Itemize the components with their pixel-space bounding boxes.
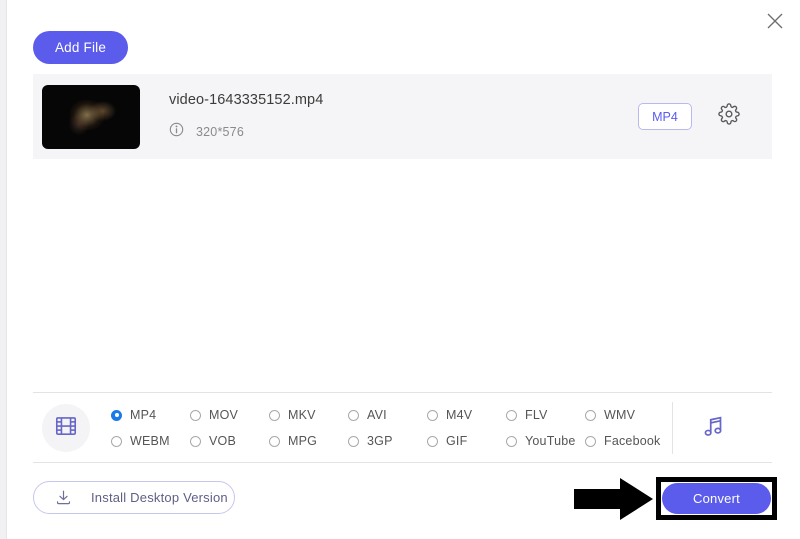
video-category-button[interactable] bbox=[42, 404, 90, 452]
radio-button-icon[interactable] bbox=[190, 435, 201, 447]
format-option-flv[interactable]: FLV bbox=[506, 408, 585, 422]
format-option-mkv[interactable]: MKV bbox=[269, 408, 348, 422]
file-format-badge-label: MP4 bbox=[652, 109, 678, 124]
format-option-label: M4V bbox=[446, 408, 473, 422]
close-icon bbox=[765, 11, 785, 31]
format-option-label: AVI bbox=[367, 408, 387, 422]
format-option-label: GIF bbox=[446, 434, 468, 448]
file-format-badge[interactable]: MP4 bbox=[638, 103, 692, 130]
format-option-facebook[interactable]: Facebook bbox=[585, 434, 664, 448]
radio-button-icon[interactable] bbox=[585, 409, 596, 421]
radio-button-icon[interactable] bbox=[585, 435, 596, 447]
download-icon bbox=[54, 488, 73, 507]
format-option-vob[interactable]: VOB bbox=[190, 434, 269, 448]
format-option-label: 3GP bbox=[367, 434, 393, 448]
file-meta: video-1643335152.mp4 320*576 bbox=[169, 92, 638, 142]
converter-app: Add File video-1643335152.mp4 320*576 MP… bbox=[0, 0, 800, 539]
page-edge-strip bbox=[0, 0, 7, 539]
annotation-arrow-icon bbox=[574, 478, 654, 520]
radio-button-icon[interactable] bbox=[348, 409, 359, 421]
install-desktop-label: Install Desktop Version bbox=[91, 490, 228, 505]
format-option-mpg[interactable]: MPG bbox=[269, 434, 348, 448]
radio-button-icon[interactable] bbox=[427, 409, 438, 421]
file-resolution: 320*576 bbox=[196, 124, 244, 139]
radio-button-icon[interactable] bbox=[506, 435, 517, 447]
format-selection-panel: MP4 MOV MKV AVI M4V FLV WMV WEBM VOB MPG 3GP GIF You… bbox=[33, 396, 772, 460]
info-circle-icon bbox=[169, 122, 184, 142]
audio-category-button[interactable] bbox=[693, 407, 735, 449]
format-option-gif[interactable]: GIF bbox=[427, 434, 506, 448]
format-option-label: WEBM bbox=[130, 434, 170, 448]
format-option-label: MOV bbox=[209, 408, 239, 422]
radio-button-icon[interactable] bbox=[190, 409, 201, 421]
format-option-avi[interactable]: AVI bbox=[348, 408, 427, 422]
format-option-3gp[interactable]: 3GP bbox=[348, 434, 427, 448]
format-option-label: VOB bbox=[209, 434, 236, 448]
panel-vertical-divider bbox=[672, 402, 673, 454]
file-sub-row: 320*576 bbox=[169, 122, 638, 142]
file-settings-button[interactable] bbox=[714, 102, 744, 132]
thumbnail-highlight-c bbox=[69, 113, 90, 136]
radio-button-icon[interactable] bbox=[427, 435, 438, 447]
format-option-label: MKV bbox=[288, 408, 316, 422]
format-option-label: Facebook bbox=[604, 434, 661, 448]
radio-button-icon[interactable] bbox=[506, 409, 517, 421]
thumbnail-highlight-b bbox=[89, 101, 116, 122]
divider-top bbox=[33, 392, 772, 393]
close-button[interactable] bbox=[758, 4, 792, 38]
format-option-webm[interactable]: WEBM bbox=[111, 434, 190, 448]
convert-button[interactable]: Convert bbox=[662, 483, 771, 514]
format-option-mov[interactable]: MOV bbox=[190, 408, 269, 422]
format-option-label: FLV bbox=[525, 408, 548, 422]
radio-button-icon[interactable] bbox=[111, 409, 122, 421]
music-note-icon bbox=[701, 413, 727, 444]
format-option-label: MP4 bbox=[130, 408, 157, 422]
format-option-mp4[interactable]: MP4 bbox=[111, 408, 190, 422]
radio-button-icon[interactable] bbox=[348, 435, 359, 447]
radio-button-icon[interactable] bbox=[111, 435, 122, 447]
format-option-wmv[interactable]: WMV bbox=[585, 408, 664, 422]
radio-button-icon[interactable] bbox=[269, 435, 280, 447]
convert-label: Convert bbox=[693, 491, 740, 506]
add-file-button[interactable]: Add File bbox=[33, 31, 128, 64]
format-option-m4v[interactable]: M4V bbox=[427, 408, 506, 422]
divider-bottom bbox=[33, 462, 772, 463]
radio-button-icon[interactable] bbox=[269, 409, 280, 421]
video-thumbnail bbox=[42, 84, 140, 149]
format-options-grid: MP4 MOV MKV AVI M4V FLV WMV WEBM VOB MPG 3GP GIF You… bbox=[111, 402, 664, 454]
format-option-label: YouTube bbox=[525, 434, 576, 448]
gear-icon bbox=[718, 103, 740, 130]
file-name: video-1643335152.mp4 bbox=[169, 91, 324, 108]
format-option-youtube[interactable]: YouTube bbox=[506, 434, 585, 448]
add-file-label: Add File bbox=[54, 40, 107, 55]
format-option-label: WMV bbox=[604, 408, 636, 422]
film-strip-icon bbox=[53, 413, 79, 444]
file-list-item[interactable]: video-1643335152.mp4 320*576 MP4 bbox=[33, 74, 772, 159]
install-desktop-button[interactable]: Install Desktop Version bbox=[33, 481, 235, 514]
format-option-label: MPG bbox=[288, 434, 318, 448]
